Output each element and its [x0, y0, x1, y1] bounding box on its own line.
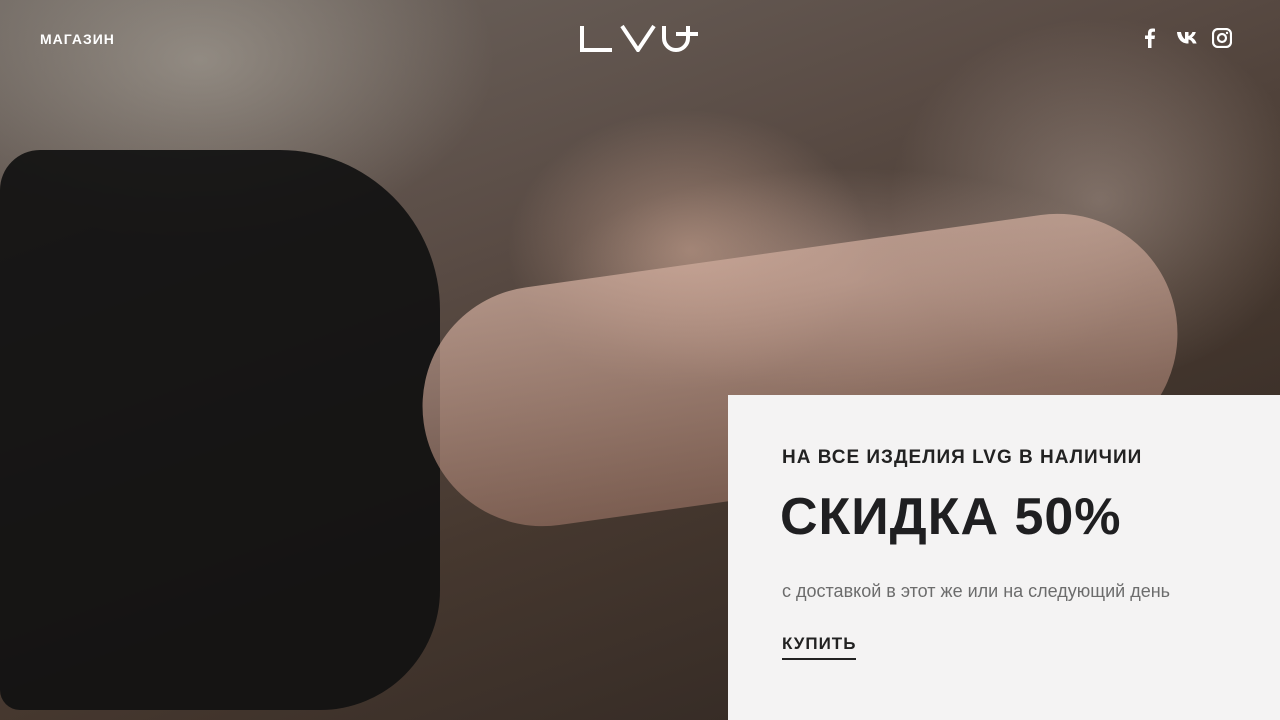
- promo-description: с доставкой в этот же или на следующий д…: [782, 581, 1171, 601]
- social-links: [1140, 27, 1233, 49]
- promo-subtitle: НА ВСЕ ИЗДЕЛИЯ LVG В НАЛИЧИИ: [782, 447, 1143, 468]
- top-bar: МАГАЗИН: [0, 0, 1280, 80]
- hero-garment: [0, 150, 440, 710]
- promo-panel: НА ВСЕ ИЗДЕЛИЯ LVG В НАЛИЧИИ СКИДКА 50% …: [728, 395, 1280, 720]
- buy-button[interactable]: КУПИТЬ: [782, 634, 857, 660]
- lvg-logo-icon: [580, 24, 698, 54]
- promo-title: СКИДКА 50%: [780, 488, 1122, 546]
- nav-shop-link[interactable]: МАГАЗИН: [40, 31, 115, 47]
- facebook-icon[interactable]: [1140, 28, 1160, 48]
- vk-icon[interactable]: [1176, 28, 1197, 48]
- logo[interactable]: [580, 24, 700, 54]
- instagram-icon[interactable]: [1211, 27, 1233, 49]
